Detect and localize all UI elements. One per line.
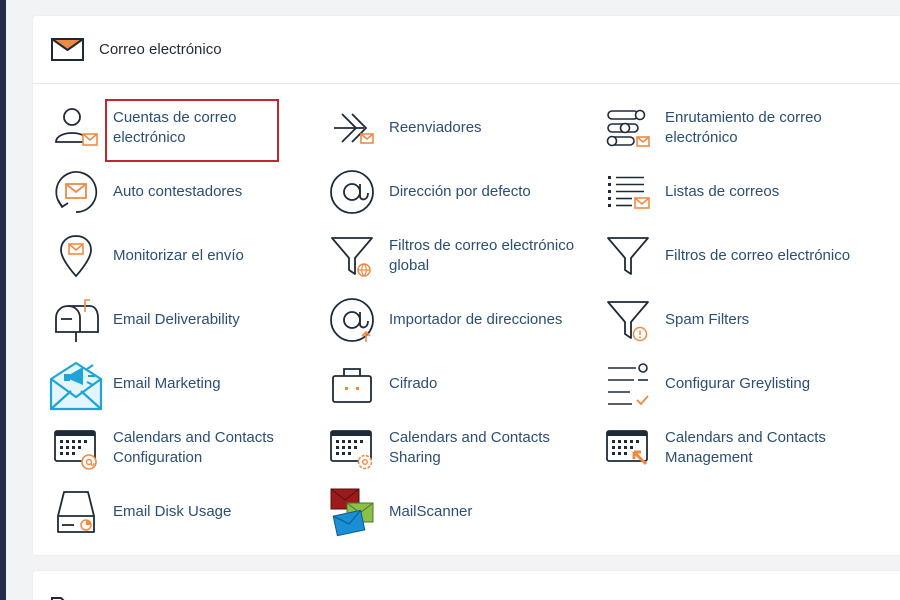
global-filter-icon [325,229,379,283]
mailscanner-icon [325,485,379,539]
track-delivery-icon [49,229,103,283]
calendar-sharing-icon [325,421,379,475]
item-address-importer[interactable]: Importador de direcciones [325,292,589,348]
item-email-accounts[interactable]: Cuentas de correo electrónico [49,100,313,156]
forwarders-icon [325,101,379,155]
item-spam-filters[interactable]: Spam Filters [601,292,865,348]
item-label: Importador de direcciones [389,311,563,328]
item-email-filters[interactable]: Filtros de correo electrónico [601,228,865,284]
item-mailscanner[interactable]: MailScanner [325,484,589,540]
item-calendars-sharing[interactable]: Calendars and Contacts Sharing [325,420,589,476]
item-label: MailScanner [389,503,473,520]
item-label: Email Disk Usage [113,503,232,520]
encryption-icon [325,357,379,411]
item-label: Auto contestadores [113,183,243,200]
item-label: Spam Filters [665,311,750,328]
item-label: Enrutamiento de correo electrónico [665,109,822,146]
greylisting-icon [601,357,655,411]
item-calendars-config[interactable]: Calendars and Contacts Configuration [49,420,313,476]
item-default-address[interactable]: Dirección por defecto [325,164,589,220]
item-label: Cuentas de correo electrónico [113,109,237,146]
item-label: Configurar Greylisting [665,375,811,392]
item-label: Calendars and Contacts Configuration [113,429,274,466]
item-label: Email Marketing [113,375,221,392]
section-header: Correo electrónico [33,16,900,84]
item-label: Monitorizar el envío [113,247,244,264]
calendar-management-icon [601,421,655,475]
email-accounts-icon [49,101,103,155]
default-address-icon [325,165,379,219]
item-email-routing[interactable]: Enrutamiento de correo electrónico [601,100,865,156]
item-global-filters[interactable]: Filtros de correo electrónico global [325,228,589,284]
spam-filter-icon [601,293,655,347]
email-section-panel: Correo electrónico Cuentas de correo ele… [33,16,900,555]
email-marketing-icon [49,357,103,411]
disk-usage-icon [49,485,103,539]
item-track-delivery[interactable]: Monitorizar el envío [49,228,313,284]
item-label: Calendars and Contacts Sharing [389,429,550,466]
item-email-marketing[interactable]: Email Marketing [49,356,313,412]
address-importer-icon [325,293,379,347]
envelope-icon [51,37,84,61]
folder-icon [51,597,83,600]
item-label: Listas de correos [665,183,780,200]
item-label: Cifrado [389,375,438,392]
item-mailing-lists[interactable]: Listas de correos [601,164,865,220]
email-routing-icon [601,101,655,155]
mailing-lists-icon [601,165,655,219]
item-label: Email Deliverability [113,311,240,328]
item-encryption[interactable]: Cifrado [325,356,589,412]
autoresponders-icon [49,165,103,219]
item-greylisting[interactable]: Configurar Greylisting [601,356,865,412]
section-title: Correo electrónico [99,41,222,58]
calendar-config-icon [49,421,103,475]
email-filter-icon [601,229,655,283]
item-email-disk-usage[interactable]: Email Disk Usage [49,484,313,540]
item-label: Reenviadores [389,119,482,136]
item-label: Dirección por defecto [389,183,531,200]
item-calendars-management[interactable]: Calendars and Contacts Management [601,420,865,476]
item-label: Calendars and Contacts Management [665,429,826,466]
item-label: Filtros de correo electrónico global [389,237,575,274]
item-label: Filtros de correo electrónico [665,247,851,264]
item-forwarders[interactable]: Reenviadores [325,100,589,156]
next-section-panel [33,571,900,600]
mailbox-icon [49,293,103,347]
item-autoresponders[interactable]: Auto contestadores [49,164,313,220]
sidebar-edge [0,0,6,600]
item-email-deliverability[interactable]: Email Deliverability [49,292,313,348]
